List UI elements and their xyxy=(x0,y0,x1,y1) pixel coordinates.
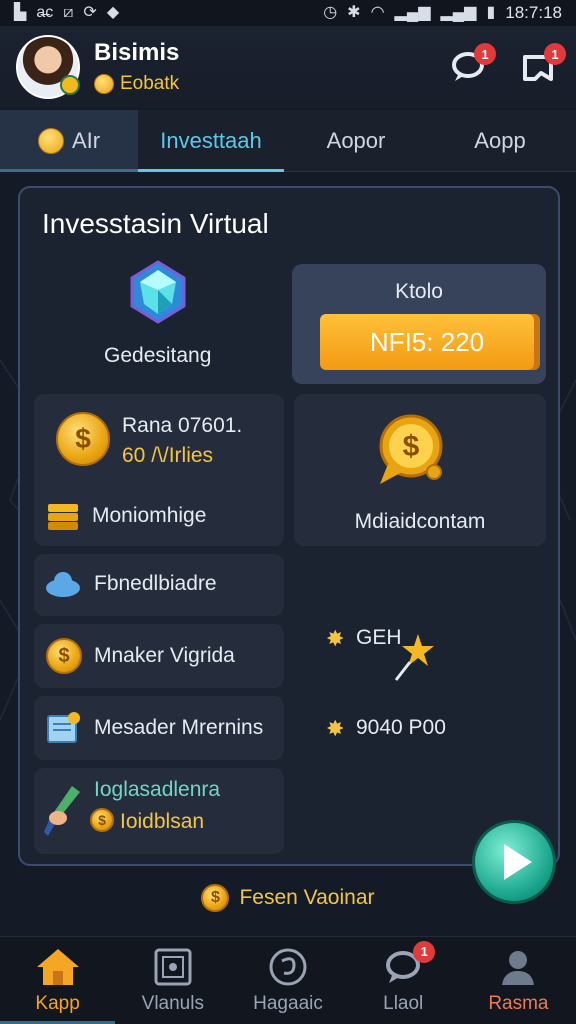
coin-icon: $ xyxy=(56,412,110,466)
nav-label: Llaol xyxy=(383,992,424,1014)
list-item[interactable]: Fbnedlbiadre xyxy=(34,554,284,616)
cloud-icon xyxy=(46,572,80,597)
chat-button[interactable]: 1 xyxy=(446,43,496,89)
svg-text:$: $ xyxy=(403,430,420,463)
promo-line-1: Ioglasadlenra xyxy=(94,778,221,801)
share-button[interactable]: 1 xyxy=(516,43,566,89)
list-item[interactable]: Mesader Mrernins xyxy=(34,696,284,760)
tab-label: Aopor xyxy=(326,128,386,153)
user-balance: Eobatk xyxy=(94,73,179,95)
coin-icon: $ xyxy=(46,638,82,674)
promo-card[interactable]: Ioglasadlenra $ Ioidblsan xyxy=(34,768,284,854)
avatar[interactable] xyxy=(16,35,80,99)
brush-icon xyxy=(44,786,80,836)
alarm-icon: ◷ xyxy=(323,4,338,21)
nav-label: Kapp xyxy=(35,992,80,1014)
stat-row-1: ✸ GEH xyxy=(326,626,446,696)
notification-icon: ▙ xyxy=(14,4,27,21)
tab-investment[interactable]: Investtaah xyxy=(138,110,284,172)
check-icon: ◆ xyxy=(106,4,120,21)
chat-card-label: Mdiaidcontam xyxy=(354,510,486,533)
coin-chat-icon: $ xyxy=(379,414,443,484)
list-item[interactable]: $ Mnaker Vigrida xyxy=(34,624,284,688)
swirl-icon xyxy=(269,948,307,985)
coin-icon xyxy=(94,74,114,94)
nav-item-magazine[interactable]: Hagaaic xyxy=(230,937,345,1024)
profile-header: Bisimis Eobatk 1 1 xyxy=(0,26,576,108)
reward-line-2: 60 /\/Irlies xyxy=(122,444,214,467)
bluetooth-icon: ✱ xyxy=(347,4,361,21)
tab-aopor[interactable]: Aopor xyxy=(284,110,428,172)
coin-icon: $ xyxy=(90,808,114,832)
tab-label: Investtaah xyxy=(160,128,262,153)
status-bar: ▙ a̶c ⧄ ⟳ ◆ ◷ ✱ ◠ ▂▄▆ ▂▄▆ ▮ 18:7:18 xyxy=(0,0,576,26)
tab-aopp[interactable]: Aopp xyxy=(428,110,572,172)
panel-title: Invesstasin Virtual xyxy=(42,208,269,239)
footer-link[interactable]: $ Fesen Vaoinar xyxy=(0,884,576,912)
sync-icon: ⟳ xyxy=(83,4,97,21)
list-item-label: Fbnedlbiadre xyxy=(94,572,217,595)
reward-card[interactable]: $ Rana 07601. 60 /\/Irlies Moniomhige xyxy=(34,394,284,546)
stack-icon xyxy=(48,504,78,530)
kolo-card: Ktolo NFI5: 220 xyxy=(292,264,546,384)
home-icon xyxy=(36,948,79,985)
nav-item-home[interactable]: Kapp xyxy=(0,937,116,1024)
sparkle-icon xyxy=(394,634,434,681)
tab-label: Aopp xyxy=(474,128,526,153)
gem-icon[interactable] xyxy=(128,260,188,324)
top-tabs: AIr Investtaah Aopor Aopp xyxy=(0,110,576,172)
person-icon xyxy=(502,950,535,985)
coin-icon: $ xyxy=(201,884,230,912)
share-notification-badge: 1 xyxy=(544,43,566,65)
user-info: Bisimis Eobatk xyxy=(94,39,179,95)
tab-all[interactable]: AIr xyxy=(0,110,138,172)
chat-card[interactable]: $ Mdiaidcontam xyxy=(294,394,546,546)
play-icon xyxy=(504,844,532,880)
reward-action: Moniomhige xyxy=(92,504,207,527)
star-icon: ✸ xyxy=(326,626,345,651)
tab-label: AIr xyxy=(71,128,101,153)
image-icon xyxy=(154,948,192,985)
promo-line-2: Ioidblsan xyxy=(120,810,205,833)
star-icon: ✸ xyxy=(326,716,345,741)
nav-item-profile[interactable]: Rasma xyxy=(461,937,576,1024)
screenshot-icon: ⧄ xyxy=(63,4,74,21)
stat-2-label: 9040 P00 xyxy=(356,716,446,739)
nav-item-chat[interactable]: 1 Llaol xyxy=(346,937,461,1024)
user-name: Bisimis xyxy=(94,39,180,66)
footer-link-label: Fesen Vaoinar xyxy=(239,886,375,909)
reward-line-1: Rana 07601. xyxy=(122,414,243,437)
gem-label: Gedesitang xyxy=(104,344,212,367)
price-button[interactable]: NFI5: 220 xyxy=(320,314,534,370)
wifi-icon: ◠ xyxy=(370,4,385,21)
app-icon: a̶c xyxy=(36,4,54,21)
battery-icon: ▮ xyxy=(486,4,496,21)
list-item-label: Mnaker Vigrida xyxy=(94,644,235,667)
investment-panel: Invesstasin Virtual Gedesitang Ktolo NFI… xyxy=(18,186,560,866)
signal-icon: ▂▄▆ xyxy=(394,4,431,21)
coin-icon xyxy=(37,128,64,154)
level-badge-icon xyxy=(60,75,80,95)
clock: 18:7:18 xyxy=(505,3,562,22)
nav-chat-badge: 1 xyxy=(413,940,436,963)
chat-notification-badge: 1 xyxy=(474,43,496,65)
user-subtitle: Eobatk xyxy=(120,73,180,94)
kolo-label: Ktolo xyxy=(395,280,443,303)
nav-label: Rasma xyxy=(488,992,549,1014)
list-item-label: Mesader Mrernins xyxy=(94,716,264,739)
document-icon xyxy=(47,712,80,743)
stat-row-2: ✸ 9040 P00 xyxy=(326,716,486,746)
nav-label: Hagaaic xyxy=(253,992,323,1014)
signal-icon-2: ▂▄▆ xyxy=(440,4,477,21)
nav-label: Vlanuls xyxy=(141,992,204,1014)
nav-item-manuals[interactable]: Vlanuls xyxy=(115,937,230,1024)
bottom-nav: Kapp Vlanuls Hagaaic 1 Llaol Rasma xyxy=(0,936,576,1024)
